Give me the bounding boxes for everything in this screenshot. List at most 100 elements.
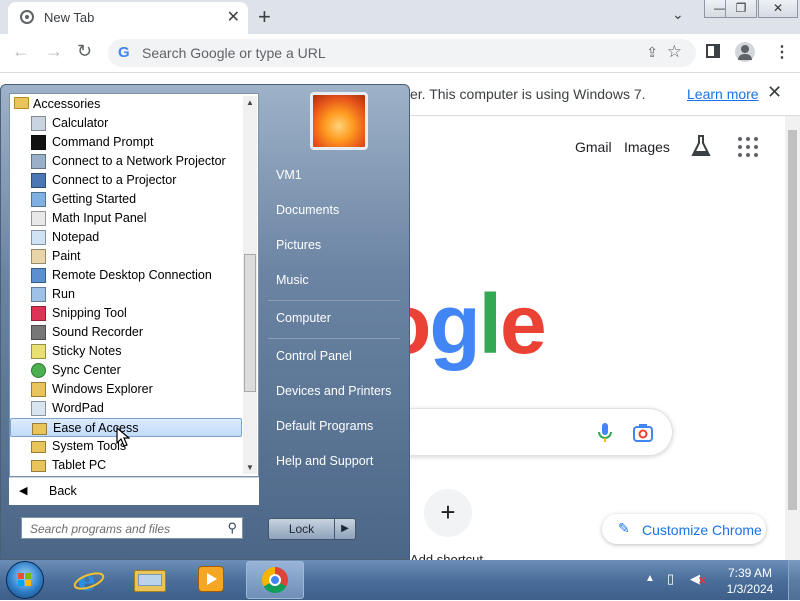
wordpad-icon (31, 401, 46, 416)
google-apps-icon[interactable] (738, 137, 758, 157)
page-scrollbar-thumb[interactable] (788, 130, 797, 510)
shutdown-options-arrow-icon[interactable]: ▶ (335, 518, 356, 540)
menu-item-sound-recorder[interactable]: Sound Recorder (10, 323, 242, 342)
menu-separator (268, 338, 400, 339)
infobar-close-icon[interactable]: ✕ (767, 82, 782, 103)
menu-item-label: Sound Recorder (52, 325, 144, 339)
menu-item-math-input-panel[interactable]: Math Input Panel (10, 209, 242, 228)
start-right-documents[interactable]: Documents (276, 203, 339, 217)
learn-more-link[interactable]: Learn more (687, 86, 759, 102)
programs-list: Accessories Calculator Command Prompt Conn… (9, 93, 259, 477)
menu-item-notepad[interactable]: Notepad (10, 228, 242, 247)
menu-item-label: Run (52, 287, 75, 301)
menu-item-getting-started[interactable]: Getting Started (10, 190, 242, 209)
close-window-button[interactable]: ✕ (758, 0, 798, 18)
page-scrollbar[interactable] (785, 116, 800, 560)
network-icon[interactable]: ▯ (667, 571, 674, 587)
reload-icon[interactable]: ↻ (77, 41, 92, 62)
tab-new-tab[interactable]: New Tab ✕ (8, 2, 248, 34)
menu-item-label: Paint (52, 249, 81, 263)
start-right-devices-and-printers[interactable]: Devices and Printers (276, 384, 391, 398)
show-desktop-button[interactable] (788, 560, 800, 600)
back-arrow-icon: ◀ (19, 485, 28, 497)
network-projector-icon (31, 154, 46, 169)
menu-item-label: Calculator (52, 116, 109, 130)
taskbar (0, 560, 800, 600)
address-placeholder: Search Google or type a URL (142, 45, 326, 61)
programs-scrollbar[interactable]: ▲ ▼ (243, 96, 257, 474)
menu-item-wordpad[interactable]: WordPad (10, 399, 242, 418)
new-tab-button[interactable]: + (258, 4, 271, 30)
labs-flask-icon[interactable] (690, 134, 712, 163)
volume-muted-icon[interactable]: ◀ ✕ (690, 571, 706, 587)
menu-item-label: Connect to a Network Projector (52, 154, 226, 168)
menu-item-connect-to-a-network-projector[interactable]: Connect to a Network Projector (10, 152, 242, 171)
internet-explorer-icon[interactable]: e (72, 564, 106, 597)
tab-title: New Tab (44, 10, 95, 25)
windows-explorer-icon[interactable] (134, 566, 166, 594)
menu-item-remote-desktop-connection[interactable]: Remote Desktop Connection (10, 266, 242, 285)
menu-item-command-prompt[interactable]: Command Prompt (10, 133, 242, 152)
voice-search-icon[interactable] (598, 423, 612, 448)
menu-item-sticky-notes[interactable]: Sticky Notes (10, 342, 242, 361)
search-icon[interactable]: ⚲ (227, 520, 237, 536)
search-programs-input[interactable]: Search programs and files ⚲ (21, 517, 243, 539)
start-right-help-and-support[interactable]: Help and Support (276, 454, 373, 468)
user-picture-avatar[interactable] (310, 92, 368, 150)
side-panel-icon[interactable] (706, 44, 720, 58)
menu-item-tablet-pc[interactable]: Tablet PC (10, 456, 242, 475)
menu-item-paint[interactable]: Paint (10, 247, 242, 266)
clock[interactable]: 7:39 AM 1/3/2024 (722, 565, 778, 597)
profile-avatar-icon[interactable] (735, 42, 755, 62)
menu-item-snipping-tool[interactable]: Snipping Tool (10, 304, 242, 323)
address-bar[interactable]: G Search Google or type a URL ⇪ ☆ (108, 39, 696, 67)
folder-icon (32, 423, 47, 435)
start-right-pictures[interactable]: Pictures (276, 238, 321, 252)
share-icon[interactable]: ⇪ (646, 44, 658, 61)
menu-item-run[interactable]: Run (10, 285, 242, 304)
google-search-box[interactable] (380, 408, 673, 456)
start-right-music[interactable]: Music (276, 273, 309, 287)
notepad-icon (31, 230, 46, 245)
media-player-icon[interactable] (196, 566, 226, 594)
bookmark-star-icon[interactable]: ☆ (667, 42, 682, 62)
lock-button[interactable]: Lock (268, 518, 335, 540)
forward-arrow-icon[interactable]: → (45, 41, 63, 62)
folder-icon (14, 97, 29, 109)
restore-button[interactable]: ❐ (725, 0, 757, 18)
show-hidden-icons-icon[interactable]: ▲ (645, 573, 655, 584)
menu-item-sync-center[interactable]: Sync Center (10, 361, 242, 380)
chrome-favicon-icon (20, 10, 34, 24)
images-link[interactable]: Images (624, 139, 670, 155)
menu-separator (268, 300, 400, 301)
add-shortcut-button[interactable]: + (424, 489, 472, 537)
info-message: er. This computer is using Windows 7. (410, 86, 646, 102)
menu-item-label: Notepad (52, 230, 100, 244)
customize-chrome-button[interactable]: ✎ Customize Chrome (602, 514, 766, 544)
start-right-control-panel[interactable]: Control Panel (276, 349, 352, 363)
menu-item-calculator[interactable]: Calculator (10, 114, 242, 133)
back-arrow-icon[interactable]: ← (12, 41, 30, 62)
tab-search-icon[interactable]: ⌄ (672, 6, 684, 23)
svg-text:e: e (78, 564, 96, 596)
back-row[interactable]: ◀ Back (9, 477, 259, 505)
menu-item-windows-explorer[interactable]: Windows Explorer (10, 380, 242, 399)
gmail-link[interactable]: Gmail (575, 139, 612, 155)
programs-scrollbar-thumb[interactable] (244, 254, 256, 392)
logo-e: e (499, 277, 547, 371)
remote-desktop-icon (31, 268, 46, 283)
google-lens-icon[interactable] (633, 424, 653, 447)
menu-item-connect-to-a-projector[interactable]: Connect to a Projector (10, 171, 242, 190)
scroll-up-icon[interactable]: ▲ (246, 98, 254, 107)
menu-item-label: Command Prompt (52, 135, 154, 149)
start-right-vm1[interactable]: VM1 (276, 168, 302, 182)
start-right-computer[interactable]: Computer (276, 311, 331, 325)
menu-item-label: Remote Desktop Connection (52, 268, 212, 282)
menu-kebab-icon[interactable]: ⋮ (774, 42, 790, 62)
accessories-folder-label[interactable]: Accessories (33, 97, 100, 111)
start-orb-button[interactable] (6, 561, 44, 599)
start-right-default-programs[interactable]: Default Programs (276, 419, 373, 433)
chrome-taskbar-button[interactable] (246, 561, 304, 599)
tab-close-icon[interactable]: ✕ (227, 7, 240, 27)
scroll-down-icon[interactable]: ▼ (246, 463, 254, 472)
